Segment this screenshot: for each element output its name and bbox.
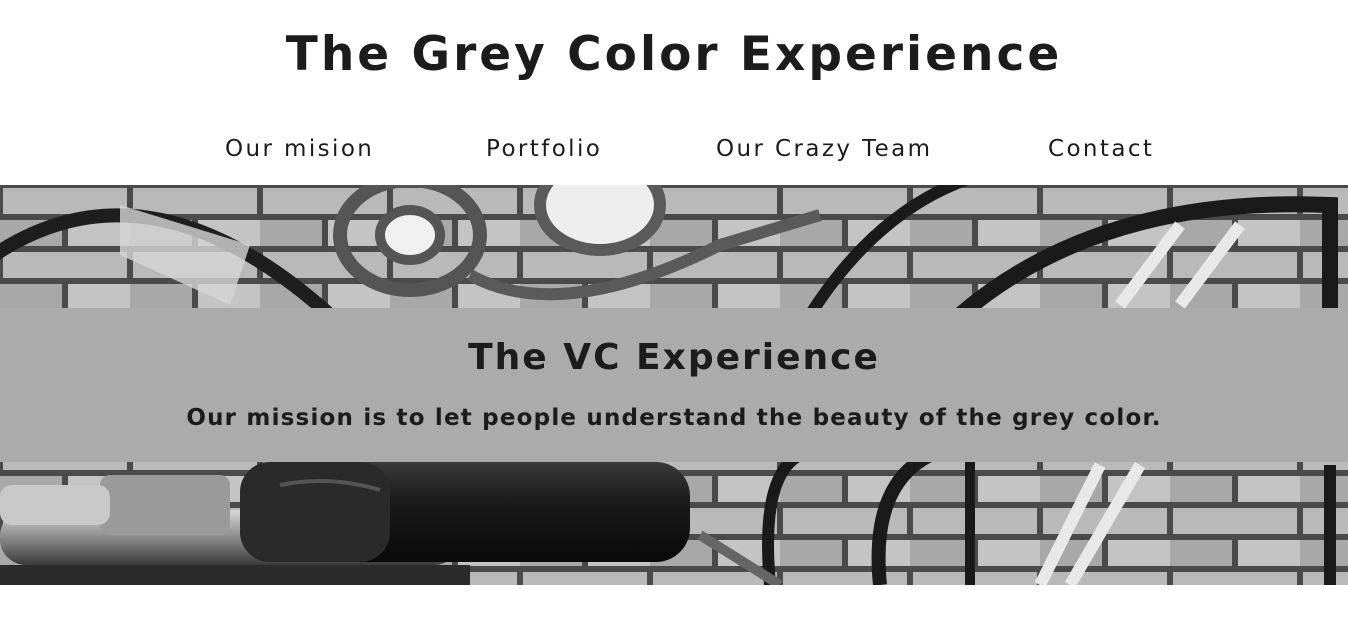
nav-link-our-mission[interactable]: Our mision [225,132,374,166]
nav-link-portfolio[interactable]: Portfolio [486,132,602,166]
banner-title: The VC Experience [468,337,880,378]
mission-banner: The VC Experience Our mission is to let … [0,308,1348,462]
nav-link-our-crazy-team[interactable]: Our Crazy Team [716,132,932,166]
site-title: The Grey Color Experience [285,27,1063,82]
nav-link-contact[interactable]: Contact [1048,132,1154,166]
main-nav: Our mision Portfolio Our Crazy Team Cont… [0,132,1348,166]
mission-statement: Our mission is to let people understand … [186,405,1162,431]
